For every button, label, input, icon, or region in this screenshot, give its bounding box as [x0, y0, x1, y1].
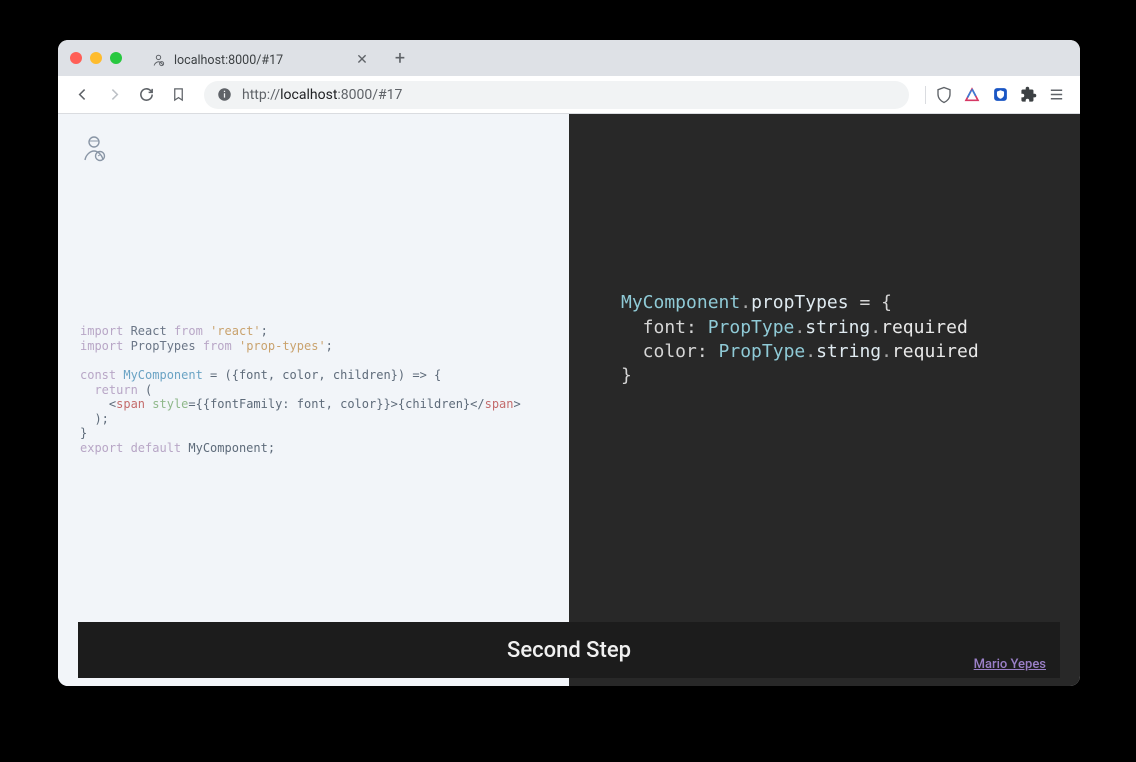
- page-content: import React from 'react'; import PropTy…: [58, 114, 1080, 686]
- tab-favicon-icon: [150, 52, 166, 68]
- maximize-window-button[interactable]: [110, 52, 122, 64]
- right-pane: MyComponent.propTypes = { font: PropType…: [569, 114, 1080, 686]
- extension-triangle-icon[interactable]: [962, 85, 982, 105]
- reload-button[interactable]: [132, 81, 160, 109]
- avatar-logo-icon: [78, 132, 110, 164]
- tab-bar: localhost:8000/#17 ✕ +: [58, 40, 1080, 76]
- extension-shield-icon[interactable]: [990, 85, 1010, 105]
- brave-shield-icon[interactable]: [934, 85, 954, 105]
- tab-title: localhost:8000/#17: [174, 53, 346, 68]
- address-bar[interactable]: http://localhost:8000/#17: [204, 81, 909, 109]
- menu-icon[interactable]: [1046, 85, 1066, 105]
- left-code-block: import React from 'react'; import PropTy…: [80, 324, 521, 456]
- footer-bar: Second Step Mario Yepes: [78, 622, 1060, 678]
- left-pane: import React from 'react'; import PropTy…: [58, 114, 569, 686]
- extensions-puzzle-icon[interactable]: [1018, 85, 1038, 105]
- window-controls: [70, 52, 122, 64]
- close-window-button[interactable]: [70, 52, 82, 64]
- extensions-group: [934, 85, 1070, 105]
- footer-title: Second Step: [507, 638, 631, 663]
- browser-window: localhost:8000/#17 ✕ + http://localhost:…: [58, 40, 1080, 686]
- new-tab-button[interactable]: +: [386, 44, 414, 72]
- back-button[interactable]: [68, 81, 96, 109]
- forward-button[interactable]: [100, 81, 128, 109]
- toolbar-divider: [925, 86, 926, 104]
- minimize-window-button[interactable]: [90, 52, 102, 64]
- site-info-icon[interactable]: [216, 87, 232, 103]
- right-code-block: MyComponent.propTypes = { font: PropType…: [569, 291, 979, 388]
- browser-toolbar: http://localhost:8000/#17: [58, 76, 1080, 114]
- bookmark-button[interactable]: [164, 81, 192, 109]
- browser-tab[interactable]: localhost:8000/#17 ✕: [140, 44, 380, 76]
- url-text: http://localhost:8000/#17: [242, 87, 897, 103]
- author-link[interactable]: Mario Yepes: [974, 657, 1046, 672]
- tab-close-button[interactable]: ✕: [354, 52, 370, 68]
